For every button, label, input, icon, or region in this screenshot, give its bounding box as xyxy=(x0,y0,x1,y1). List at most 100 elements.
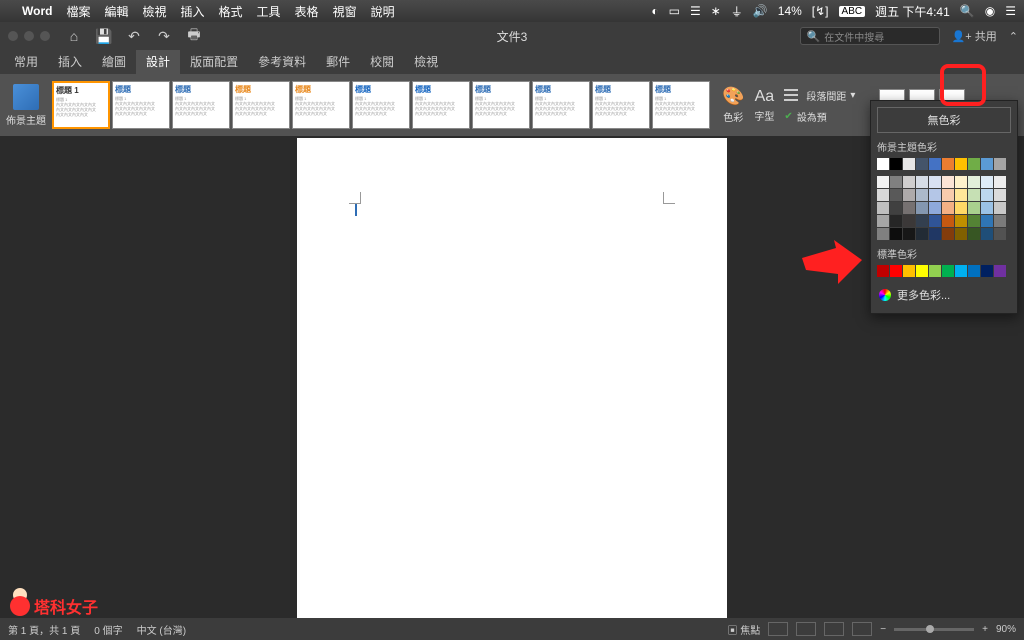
style-thumb[interactable]: 標題標題 1內文內文內文內文內文內文內文內文內文內文內文內文內文內文 xyxy=(532,81,590,129)
color-swatch[interactable] xyxy=(903,176,915,188)
color-swatch[interactable] xyxy=(942,158,954,170)
color-swatch[interactable] xyxy=(877,215,889,227)
menu-help[interactable]: 說明 xyxy=(371,3,395,20)
undo-icon[interactable]: ↶ xyxy=(122,26,146,46)
color-swatch[interactable] xyxy=(877,158,889,170)
siri-icon[interactable]: ◉ xyxy=(985,4,995,18)
zoom-slider[interactable] xyxy=(894,628,974,631)
color-swatch[interactable] xyxy=(994,158,1006,170)
color-swatch[interactable] xyxy=(955,202,967,214)
color-swatch[interactable] xyxy=(916,176,928,188)
menu-tools[interactable]: 工具 xyxy=(257,3,281,20)
color-swatch[interactable] xyxy=(929,189,941,201)
style-thumb[interactable]: 標題標題 1內文內文內文內文內文內文內文內文內文內文內文內文內文內文 xyxy=(652,81,710,129)
color-swatch[interactable] xyxy=(981,202,993,214)
color-swatch[interactable] xyxy=(994,215,1006,227)
style-thumb[interactable]: 標題標題 1內文內文內文內文內文內文內文內文內文內文內文內文內文內文 xyxy=(352,81,410,129)
menu-edit[interactable]: 編輯 xyxy=(104,3,128,20)
focus-mode[interactable]: ▣ 焦點 xyxy=(728,622,761,637)
style-thumb[interactable]: 標題標題 1內文內文內文內文內文內文內文內文內文內文內文內文內文內文 xyxy=(112,81,170,129)
color-swatch[interactable] xyxy=(942,215,954,227)
zoom-level[interactable]: 90% xyxy=(996,624,1016,635)
color-swatch[interactable] xyxy=(994,189,1006,201)
battery-icon[interactable]: [↯] xyxy=(812,4,829,18)
word-count[interactable]: 0 個字 xyxy=(94,622,122,637)
bluetooth-icon[interactable]: ∗ xyxy=(711,4,721,18)
color-swatch[interactable] xyxy=(929,202,941,214)
fonts-button[interactable]: Aa 字型 xyxy=(754,88,774,123)
more-colors-button[interactable]: 更多色彩... xyxy=(877,283,1011,307)
tab-draw[interactable]: 繪圖 xyxy=(92,49,136,74)
input-source[interactable]: ABC xyxy=(839,6,866,17)
menu-file[interactable]: 檔案 xyxy=(66,3,90,20)
color-swatch[interactable] xyxy=(929,215,941,227)
color-swatch[interactable] xyxy=(968,158,980,170)
paragraph-spacing-button[interactable]: 段落間距▾ xyxy=(784,87,855,105)
page-count[interactable]: 第 1 頁，共 1 頁 xyxy=(8,622,80,637)
color-swatch[interactable] xyxy=(968,202,980,214)
home-icon[interactable]: ⌂ xyxy=(62,26,86,46)
view-draft-icon[interactable] xyxy=(852,622,872,636)
color-swatch[interactable] xyxy=(981,228,993,240)
color-swatch[interactable] xyxy=(981,158,993,170)
color-swatch[interactable] xyxy=(903,215,915,227)
color-swatch[interactable] xyxy=(968,265,980,277)
color-swatch[interactable] xyxy=(877,228,889,240)
style-thumb[interactable]: 標題標題 1內文內文內文內文內文內文內文內文內文內文內文內文內文內文 xyxy=(292,81,350,129)
tab-view[interactable]: 檢視 xyxy=(404,49,448,74)
color-swatch[interactable] xyxy=(981,215,993,227)
status-icon[interactable]: ◐ xyxy=(651,4,658,18)
volume-icon[interactable]: 🔊 xyxy=(753,4,768,18)
color-swatch[interactable] xyxy=(903,228,915,240)
style-thumb[interactable]: 標題標題 1內文內文內文內文內文內文內文內文內文內文內文內文內文內文 xyxy=(412,81,470,129)
color-swatch[interactable] xyxy=(916,228,928,240)
menu-view[interactable]: 檢視 xyxy=(142,3,166,20)
color-swatch[interactable] xyxy=(981,265,993,277)
color-swatch[interactable] xyxy=(981,189,993,201)
color-swatch[interactable] xyxy=(877,189,889,201)
color-swatch[interactable] xyxy=(994,265,1006,277)
color-swatch[interactable] xyxy=(994,176,1006,188)
color-swatch[interactable] xyxy=(903,202,915,214)
tab-mailings[interactable]: 郵件 xyxy=(316,49,360,74)
datetime[interactable]: 週五 下午4:41 xyxy=(875,3,950,20)
traffic-lights[interactable] xyxy=(0,27,58,45)
view-print-icon[interactable] xyxy=(768,622,788,636)
color-swatch[interactable] xyxy=(968,176,980,188)
color-swatch[interactable] xyxy=(955,158,967,170)
color-swatch[interactable] xyxy=(916,265,928,277)
color-swatch[interactable] xyxy=(916,189,928,201)
no-color-option[interactable]: 無色彩 xyxy=(877,107,1011,133)
color-swatch[interactable] xyxy=(942,189,954,201)
zoom-out-button[interactable]: − xyxy=(880,624,886,635)
search-icon[interactable]: 🔍 xyxy=(960,4,975,18)
app-name[interactable]: Word xyxy=(22,4,52,18)
color-swatch[interactable] xyxy=(968,215,980,227)
tab-design[interactable]: 設計 xyxy=(136,49,180,74)
color-swatch[interactable] xyxy=(903,265,915,277)
view-web-icon[interactable] xyxy=(796,622,816,636)
ribbon-collapse-icon[interactable]: ⌃ xyxy=(1009,30,1018,43)
color-swatch[interactable] xyxy=(929,265,941,277)
color-swatch[interactable] xyxy=(981,176,993,188)
color-swatch[interactable] xyxy=(929,158,941,170)
themes-button[interactable]: 佈景主題 xyxy=(4,84,48,127)
color-swatch[interactable] xyxy=(890,176,902,188)
color-swatch[interactable] xyxy=(916,202,928,214)
color-swatch[interactable] xyxy=(942,265,954,277)
color-swatch[interactable] xyxy=(877,176,889,188)
menu-table[interactable]: 表格 xyxy=(295,3,319,20)
menu-window[interactable]: 視窗 xyxy=(333,3,357,20)
wifi-icon[interactable]: ⏚ xyxy=(731,3,743,20)
battery-text[interactable]: 14% xyxy=(778,4,802,18)
color-swatch[interactable] xyxy=(968,189,980,201)
color-swatch[interactable] xyxy=(890,202,902,214)
color-swatch[interactable] xyxy=(942,176,954,188)
color-swatch[interactable] xyxy=(916,158,928,170)
color-swatch[interactable] xyxy=(890,265,902,277)
menu-insert[interactable]: 插入 xyxy=(181,3,205,20)
color-swatch[interactable] xyxy=(994,228,1006,240)
color-swatch[interactable] xyxy=(955,228,967,240)
color-swatch[interactable] xyxy=(942,228,954,240)
color-swatch[interactable] xyxy=(929,176,941,188)
